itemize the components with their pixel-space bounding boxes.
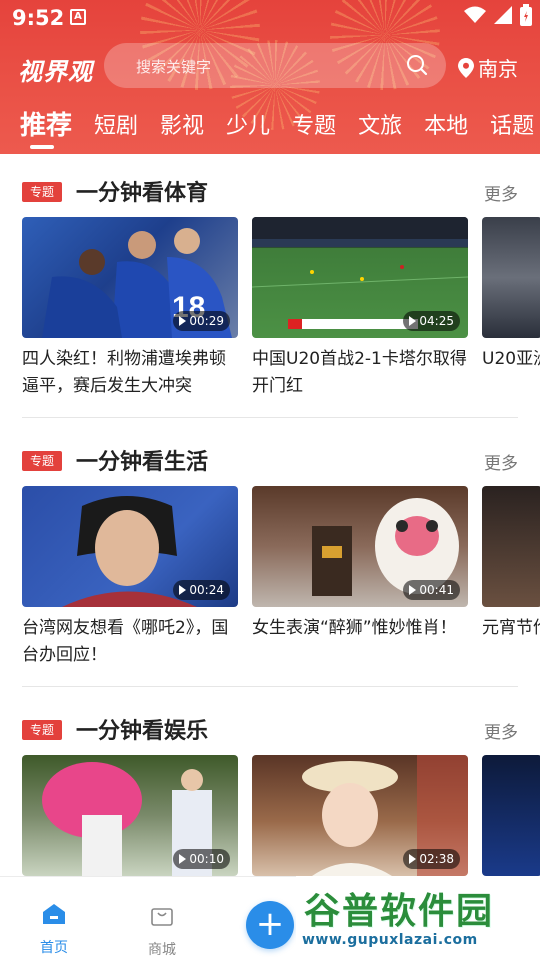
section-title: 一分钟看体育 bbox=[76, 181, 209, 206]
shopping-bag-icon bbox=[151, 908, 173, 926]
publish-button[interactable]: + bbox=[246, 901, 294, 949]
more-link[interactable]: 更多 bbox=[484, 718, 518, 743]
video-thumbnail[interactable]: 18 00:29 bbox=[22, 217, 238, 338]
tab-film-tv[interactable]: 影视 bbox=[160, 108, 204, 142]
nav-mall-label: 商城 bbox=[148, 942, 176, 958]
play-icon bbox=[409, 316, 417, 326]
video-thumbnail[interactable]: 00:41 bbox=[252, 486, 468, 607]
video-title[interactable]: 台湾网友想看《哪吒2》，国台办回应！ bbox=[22, 615, 238, 669]
section-title: 一分钟看娱乐 bbox=[76, 719, 209, 744]
video-title[interactable]: 四人染红！利物浦遭埃弗顿逼平，赛后发生大冲突 bbox=[22, 346, 238, 400]
wifi-icon bbox=[464, 6, 486, 23]
nav-home-label: 首页 bbox=[40, 940, 68, 956]
app-screen: 9:52 A 视界观 搜索关键字 南京 推荐 短剧 影视 少儿 专题 文旅 本地… bbox=[0, 0, 540, 960]
video-card[interactable] bbox=[482, 755, 540, 876]
video-title[interactable]: U20亚洲杯 bbox=[482, 346, 540, 400]
more-link[interactable]: 更多 bbox=[484, 180, 518, 205]
location-selector[interactable]: 南京 bbox=[458, 53, 518, 82]
nav-home[interactable]: 首页 bbox=[24, 903, 84, 957]
video-thumbnail[interactable]: 00:24 bbox=[22, 486, 238, 607]
section-life: 专题 一分钟看生活 更多 00:24 台湾网友想看《哪吒2》，国台办回应！ 00… bbox=[0, 440, 540, 680]
notification-icon: A bbox=[70, 9, 86, 25]
video-card[interactable]: 18 00:29 四人染红！利物浦遭埃弗顿逼平，赛后发生大冲突 bbox=[22, 217, 238, 400]
tab-discussion[interactable]: 话题 bbox=[490, 108, 534, 142]
tab-short-drama[interactable]: 短剧 bbox=[94, 108, 138, 142]
battery-icon bbox=[520, 4, 532, 26]
home-icon bbox=[43, 904, 65, 924]
topic-tag: 专题 bbox=[22, 182, 62, 202]
video-thumbnail[interactable] bbox=[482, 755, 540, 876]
topic-tag: 专题 bbox=[22, 451, 62, 471]
video-thumbnail[interactable] bbox=[482, 217, 540, 338]
video-thumbnail[interactable] bbox=[482, 486, 540, 607]
video-card[interactable]: 02:38 bbox=[252, 755, 468, 876]
video-card[interactable]: 元宵节伦，还 bbox=[482, 486, 540, 669]
video-card[interactable]: 04:25 中国U20首战2-1卡塔尔取得开门红 bbox=[252, 217, 468, 400]
status-icons bbox=[464, 4, 532, 26]
video-card[interactable]: 00:24 台湾网友想看《哪吒2》，国台办回应！ bbox=[22, 486, 238, 669]
search-input[interactable]: 搜索关键字 bbox=[136, 56, 211, 77]
tab-topics[interactable]: 专题 bbox=[292, 108, 336, 142]
app-logo[interactable]: 视界观 bbox=[18, 52, 93, 87]
video-card[interactable]: 00:10 bbox=[22, 755, 238, 876]
play-icon bbox=[179, 854, 187, 864]
duration-badge: 04:25 bbox=[403, 311, 460, 331]
more-link[interactable]: 更多 bbox=[484, 449, 518, 474]
section-divider bbox=[22, 686, 518, 687]
location-label: 南京 bbox=[478, 57, 518, 81]
topic-tag: 专题 bbox=[22, 720, 62, 740]
duration-badge: 00:29 bbox=[173, 311, 230, 331]
location-pin-icon bbox=[458, 57, 474, 78]
tab-recommend[interactable]: 推荐 bbox=[20, 105, 72, 142]
tab-kids[interactable]: 少儿 bbox=[226, 108, 270, 142]
tab-local[interactable]: 本地 bbox=[424, 108, 468, 142]
duration-badge: 00:10 bbox=[173, 849, 230, 869]
tab-culture-travel[interactable]: 文旅 bbox=[358, 108, 402, 142]
video-title[interactable]: 元宵节伦，还 bbox=[482, 615, 540, 669]
video-card[interactable]: 00:41 女生表演“醉狮”惟妙惟肖！ bbox=[252, 486, 468, 669]
play-icon bbox=[409, 585, 417, 595]
section-sports: 专题 一分钟看体育 更多 18 00:29 四人染红！利物浦遭埃弗顿逼平，赛后发… bbox=[0, 171, 540, 411]
search-icon[interactable] bbox=[406, 54, 428, 76]
signal-icon bbox=[494, 6, 512, 24]
watermark: 谷普软件园 www.gupuxlazai.com bbox=[296, 876, 540, 960]
watermark-logo-text: 谷普软件园 bbox=[304, 891, 495, 932]
status-bar: 9:52 A bbox=[0, 0, 540, 36]
watermark-url: www.gupuxlazai.com bbox=[302, 932, 478, 948]
duration-badge: 02:38 bbox=[403, 849, 460, 869]
search-bar[interactable]: 搜索关键字 bbox=[104, 43, 446, 88]
video-title[interactable]: 中国U20首战2-1卡塔尔取得开门红 bbox=[252, 346, 468, 400]
play-icon bbox=[409, 854, 417, 864]
play-icon bbox=[179, 316, 187, 326]
category-tabs: 推荐 短剧 影视 少儿 专题 文旅 本地 话题 bbox=[20, 108, 534, 142]
header: 9:52 A 视界观 搜索关键字 南京 推荐 短剧 影视 少儿 专题 文旅 本地… bbox=[0, 0, 540, 154]
duration-badge: 00:24 bbox=[173, 580, 230, 600]
active-tab-indicator bbox=[30, 145, 54, 149]
video-title[interactable]: 女生表演“醉狮”惟妙惟肖！ bbox=[252, 615, 468, 669]
status-time: 9:52 bbox=[12, 6, 65, 30]
section-title: 一分钟看生活 bbox=[76, 450, 209, 475]
video-thumbnail[interactable]: 04:25 bbox=[252, 217, 468, 338]
video-thumbnail[interactable]: 02:38 bbox=[252, 755, 468, 876]
section-divider bbox=[22, 417, 518, 418]
play-icon bbox=[179, 585, 187, 595]
nav-mall[interactable]: 商城 bbox=[132, 903, 192, 959]
duration-badge: 00:41 bbox=[403, 580, 460, 600]
video-thumbnail[interactable]: 00:10 bbox=[22, 755, 238, 876]
video-card[interactable]: U20亚洲杯 bbox=[482, 217, 540, 400]
